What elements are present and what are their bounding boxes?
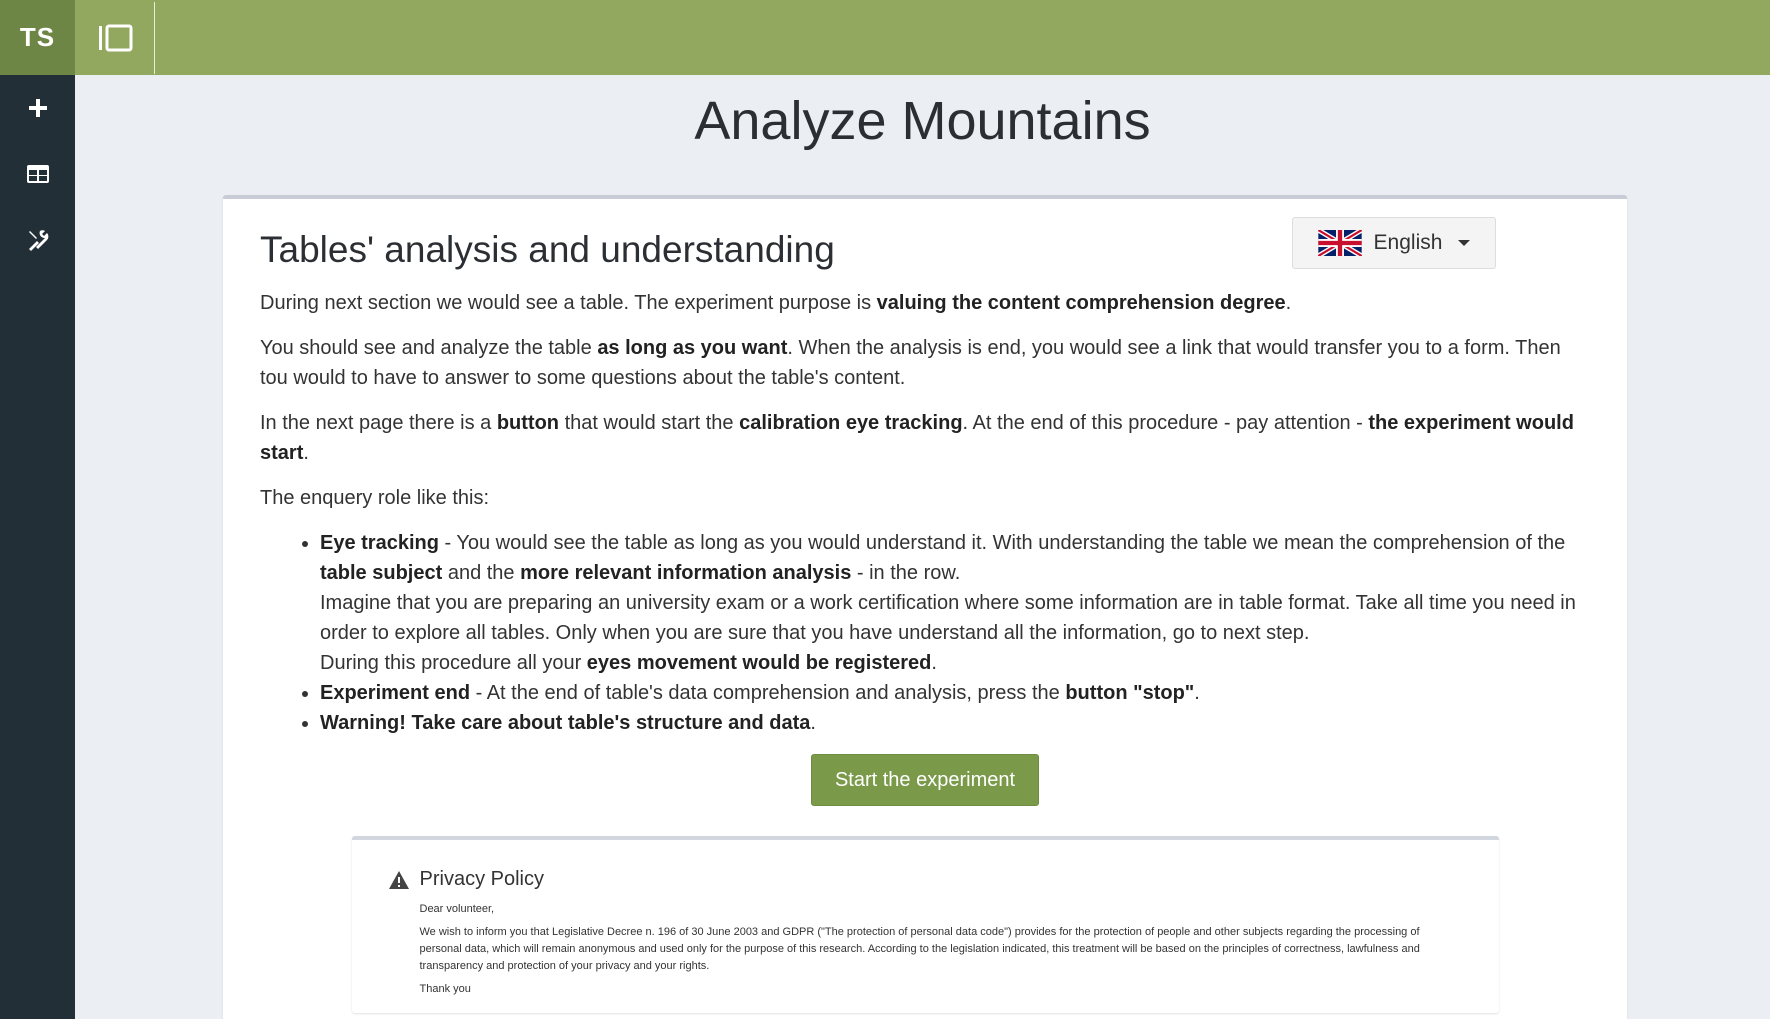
text: . [810, 712, 816, 734]
list-item-eye-tracking: Eye tracking - You would see the table a… [320, 528, 1590, 678]
table-icon [26, 165, 49, 183]
language-label: English [1373, 231, 1443, 254]
sidebar-toggle-button[interactable] [75, 1, 155, 74]
emphasis: calibration eye tracking [739, 412, 963, 434]
privacy-closing: Thank you [419, 983, 471, 995]
text: During next section we would see a table… [260, 292, 877, 314]
text: You should see and analyze the table [260, 337, 598, 359]
language-dropdown[interactable]: English [1292, 217, 1496, 269]
text: . [1194, 682, 1200, 704]
privacy-text: We wish to inform you that Legislative D… [419, 926, 1420, 972]
emphasis: valuing the content comprehension degree [876, 292, 1286, 314]
privacy-greeting: Dear volunteer, [419, 903, 495, 915]
plus-icon [28, 99, 47, 117]
tools-icon [28, 230, 48, 251]
sidebar-toggle-icon [98, 24, 132, 51]
start-experiment-button[interactable]: Start the experiment [811, 754, 1039, 806]
main-content: Analyze Mountains Tables' analysis and u… [75, 75, 1770, 1019]
text: . [1285, 292, 1292, 314]
top-bar [75, 0, 1770, 75]
text: - You would see the table as long as you… [438, 532, 1566, 554]
text: . At the end of this procedure - pay att… [962, 412, 1369, 434]
experiment-card: Tables' analysis and understanding Engli… [223, 195, 1627, 1019]
uk-flag-icon [1317, 230, 1362, 256]
instructions: During next section we would see a table… [260, 288, 1590, 738]
list-item-experiment-end: Experiment end - At the end of table's d… [320, 678, 1590, 708]
emphasis: eyes movement would be registered [586, 652, 932, 674]
page-title: Analyze Mountains [694, 91, 1151, 151]
text: In the next page there is a [260, 412, 497, 434]
enquery-paragraph: The enquery role like this: [260, 487, 490, 509]
brand-logo[interactable]: TS [0, 0, 75, 75]
sidebar-item-tools[interactable] [0, 207, 75, 273]
emphasis: Experiment end [320, 682, 471, 704]
sidebar-item-tables[interactable] [0, 141, 75, 207]
text: - At the end of table's data comprehensi… [470, 682, 1066, 704]
emphasis: table subject [320, 562, 443, 584]
privacy-header: Privacy Policy [388, 868, 1463, 891]
text: . [303, 442, 309, 464]
text: that would start the [559, 412, 740, 434]
calibration-paragraph: In the next page there is a button that … [260, 408, 1590, 468]
emphasis: button [496, 412, 560, 434]
analysis-paragraph: You should see and analyze the table as … [260, 333, 1590, 393]
chevron-down-icon [1458, 240, 1471, 246]
emphasis: button "stop" [1065, 682, 1195, 704]
text: - in the row. [851, 562, 961, 584]
rules-list: Eye tracking - You would see the table a… [320, 528, 1590, 738]
brand-label: TS [19, 22, 56, 52]
warning-icon [388, 870, 409, 889]
text: Imagine that you are preparing an univer… [320, 592, 1576, 644]
text: During this procedure all your [320, 652, 587, 674]
sidebar: TS [0, 0, 75, 1019]
text: and the [442, 562, 521, 584]
text: . [931, 652, 937, 674]
privacy-policy-box: Privacy Policy Dear volunteer, We wish t… [351, 836, 1499, 1013]
sidebar-item-add[interactable] [0, 75, 75, 141]
privacy-title: Privacy Policy [419, 868, 544, 890]
emphasis: Eye tracking [320, 532, 439, 554]
list-item-warning: Warning! Take care about table's structu… [320, 708, 1590, 738]
emphasis: as long as you want [597, 337, 788, 359]
privacy-body: Dear volunteer, We wish to inform you th… [388, 901, 1463, 998]
emphasis: more relevant information analysis [520, 562, 852, 584]
intro-paragraph: During next section we would see a table… [260, 288, 1590, 318]
emphasis: Warning! Take care about table's structu… [320, 712, 811, 734]
